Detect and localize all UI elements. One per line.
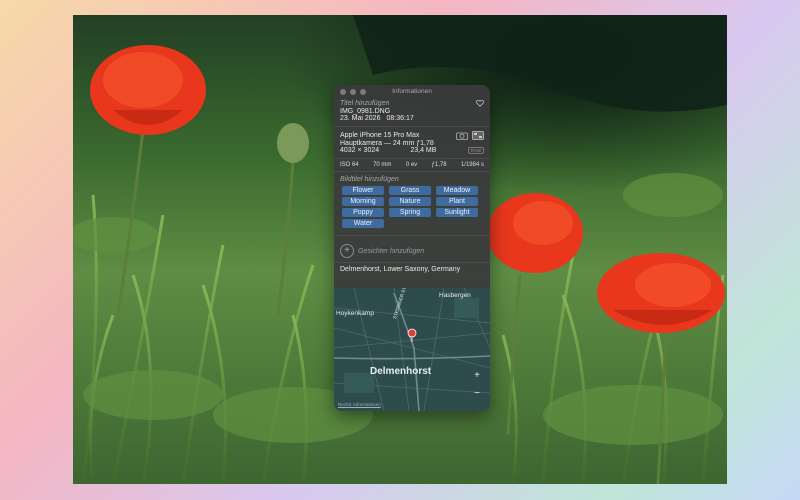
tag-chip[interactable]: Sunlight: [436, 208, 478, 217]
filename: IMG_0981.DNG: [340, 108, 391, 115]
zoom-out-button[interactable]: −: [474, 388, 480, 399]
map-label-hoykenkamp: Hoykenkamp: [336, 310, 374, 317]
add-faces-row[interactable]: + Gesichter hinzufügen: [334, 240, 490, 262]
resolution: 4032 × 3024: [340, 147, 380, 154]
legal-link[interactable]: Rechtl. Informationen: [338, 402, 381, 407]
exif-focal: 70 mm: [373, 162, 392, 168]
tag-chip[interactable]: Spring: [389, 208, 431, 217]
panel-title: Informationen: [392, 88, 432, 95]
plus-icon[interactable]: +: [340, 244, 354, 258]
device-name: Apple iPhone 15 Pro Max: [340, 132, 420, 139]
exif-row: ISO 64 70 mm 0 ev ƒ1,78 1/1984 s: [334, 159, 490, 171]
poppy-flower: [90, 45, 206, 135]
tag-chip[interactable]: Morning: [342, 197, 384, 206]
lens-info: Hauptkamera — 24 mm ƒ1,78: [340, 140, 434, 147]
panel-titlebar[interactable]: Informationen: [334, 85, 490, 99]
tag-chip[interactable]: Water: [342, 219, 384, 228]
raw-format-icon: [472, 131, 484, 140]
file-size: 23,4 MB: [410, 147, 437, 154]
add-faces-label: Gesichter hinzufügen: [358, 247, 425, 255]
heart-icon[interactable]: [476, 99, 484, 107]
tag-chip[interactable]: Grass: [389, 186, 431, 195]
map-label-hasbergen: Hasbergen: [439, 292, 471, 299]
caption-field[interactable]: Bildtitel hinzufügen: [340, 176, 484, 183]
keyword-tags: Flower Grass Meadow Morning Nature Plant…: [334, 183, 490, 231]
map-roads: [334, 288, 490, 411]
poppy-flower: [487, 193, 583, 273]
capture-time: 08:36:17: [386, 115, 414, 122]
camera-icon: [456, 132, 468, 140]
add-title-field[interactable]: Titel hinzufügen: [340, 100, 389, 107]
capture-date: 23. Mai 2026: [340, 115, 381, 122]
location-text: Delmenhorst, Lower Saxony, Germany: [340, 266, 461, 273]
raw-badge: RAW: [467, 147, 484, 154]
location-map[interactable]: Hasbergen Hoykenkamp STEDINGER STRASSE D…: [334, 288, 490, 411]
map-pin-icon: [407, 328, 417, 342]
tag-chip[interactable]: Plant: [436, 197, 478, 206]
poppy-flower: [597, 253, 725, 333]
map-label-city: Delmenhorst: [370, 366, 432, 377]
exif-iso: ISO 64: [340, 162, 359, 168]
exif-aperture: ƒ1,78: [431, 162, 447, 168]
zoom-in-button[interactable]: +: [474, 370, 480, 381]
exif-exposure: 0 ev: [405, 162, 418, 168]
tag-chip[interactable]: Poppy: [342, 208, 384, 217]
tag-chip[interactable]: Meadow: [436, 186, 478, 195]
tag-chip[interactable]: Nature: [389, 197, 431, 206]
info-panel[interactable]: Informationen Titel hinzufügen IMG_0981.…: [334, 85, 490, 411]
tag-chip[interactable]: Flower: [342, 186, 384, 195]
exif-shutter: 1/1984 s: [460, 162, 484, 168]
